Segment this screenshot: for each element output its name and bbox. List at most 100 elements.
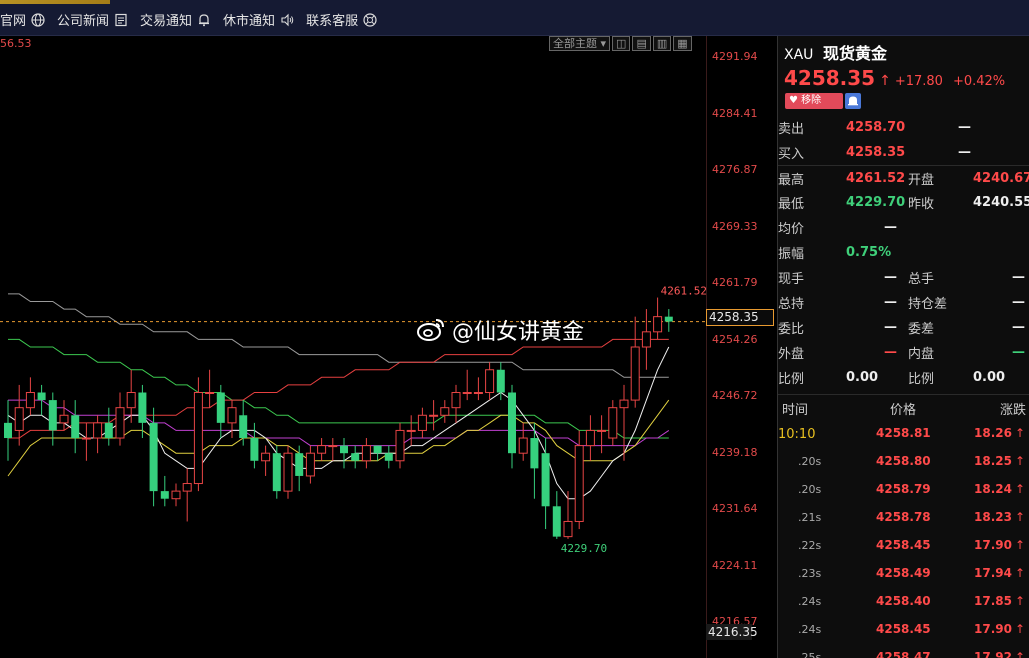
chart-tool-icon[interactable]: ▤ (632, 36, 651, 51)
quote-row: 振幅 0.75% (778, 240, 1029, 265)
tick-change: 17.90 (974, 538, 1012, 552)
title-strip (0, 0, 110, 4)
y-tick-label: 4284.41 (712, 106, 758, 120)
tick-time: 10:10 (778, 427, 816, 442)
quote-label: 开盘 (908, 172, 935, 188)
tick-list[interactable]: 10:10 4258.81 18.26 ↑ .20s 4258.80 18.25 ↑ .20s 4… (778, 421, 1029, 658)
quote-value: — (1012, 270, 1025, 285)
quote-row: 卖出 4258.70 — (778, 115, 1029, 140)
quote-value: 4258.70 (846, 120, 906, 135)
bottom-price-marker: 4216.35 (706, 624, 758, 640)
up-arrow-icon: ↑ (1015, 510, 1026, 524)
quote-row: 最高 4261.52 开盘 4240.67 (778, 165, 1029, 190)
price-percent: +0.42% (952, 74, 1006, 89)
up-arrow-icon: ↑ (1015, 566, 1026, 580)
candle-body (440, 407, 450, 416)
price-axis: 4291.94 4284.41 4276.87 4269.33 4261.79 4254.… (706, 36, 776, 658)
quote-row: 总持 — 持仓差 — (778, 290, 1029, 315)
candle-body (641, 331, 651, 348)
tick-row: .23s 4258.49 17.94 ↑ (778, 561, 1029, 589)
current-price-marker: 4258.35 (706, 309, 774, 326)
quote-label: 买入 (778, 147, 805, 162)
candle-body (485, 369, 495, 394)
tick-price: 4258.79 (876, 482, 931, 496)
up-arrow-icon: ↑ (1015, 538, 1026, 552)
candle-body (530, 438, 539, 469)
nav-item-company-news[interactable]: 公司新闻 (57, 10, 128, 29)
theme-select[interactable]: 全部主题 ▾ (549, 36, 611, 51)
candle-body (340, 445, 348, 454)
quote-label: 比例 (778, 372, 805, 387)
quote-label: 现手 (778, 272, 805, 287)
quote-value: 0.00 (973, 370, 1006, 385)
nav-item-market-closed-notice[interactable]: 休市通知 (223, 10, 294, 29)
bell-icon (199, 13, 210, 26)
price-change: +17.80 (894, 74, 943, 89)
candle-body (250, 438, 259, 461)
quote-label: 比例 (908, 372, 935, 387)
candle-body (138, 392, 147, 423)
y-tick-label: 4239.18 (712, 445, 758, 459)
candle-body (48, 400, 57, 431)
quote-row: 买入 4258.35 — (778, 140, 1029, 165)
candle-body (462, 392, 472, 395)
y-tick-label: 4224.11 (712, 558, 758, 572)
quote-value: — (884, 345, 897, 360)
candlestick-chart[interactable]: 4261.52 4229.70 (0, 36, 706, 658)
chart-tool-icon[interactable]: ▦ (673, 36, 692, 51)
quote-row: 均价 — (778, 215, 1029, 240)
tick-change: 17.85 (974, 594, 1012, 608)
quote-label: 卖出 (778, 122, 805, 137)
candle-body (664, 316, 673, 322)
quote-value: 4258.35 (846, 145, 906, 160)
candle-body (608, 407, 618, 439)
tick-price: 4258.78 (876, 510, 931, 524)
weibo-icon (417, 319, 444, 341)
alert-button[interactable] (845, 93, 861, 109)
quote-row: 最低 4229.70 昨收 4240.55 (778, 190, 1029, 215)
candle-body (317, 445, 327, 454)
tick-change: 18.24 (974, 482, 1012, 496)
tick-table-header: 时间 价格 涨跌 (778, 394, 1029, 418)
nav-item-contact-support[interactable]: 联系客服 (306, 10, 377, 29)
candle-body (541, 453, 550, 507)
quote-label: 持仓差 (908, 297, 948, 312)
candle-body (361, 445, 371, 462)
quote-value: — (958, 145, 971, 160)
candle-body (272, 453, 281, 492)
candle-body (429, 414, 439, 417)
nav-item-trade-notice[interactable]: 交易通知 (140, 10, 211, 29)
candle-body (115, 407, 125, 439)
remove-label: 移除 (801, 95, 822, 106)
candle-body (59, 414, 69, 424)
up-arrow-icon: ↑ (1015, 426, 1026, 440)
candle-body (473, 392, 483, 395)
heart-icon: ♥ (789, 95, 798, 106)
nav-item-official[interactable]: 官网 (0, 10, 45, 29)
tick-time: .23s (798, 567, 822, 580)
tick-row: .24s 4258.40 17.85 ↑ (778, 589, 1029, 617)
nav-item-label: 交易通知 (140, 14, 193, 29)
quote-value: — (1012, 320, 1025, 335)
last-price: 4258.35 (784, 66, 876, 90)
candle-body (417, 414, 427, 431)
quote-label: 最高 (778, 172, 805, 188)
remove-watchlist-button[interactable]: ♥ 移除 (785, 93, 843, 109)
y-tick-label: 4291.94 (712, 50, 758, 63)
symbol-title: XAU 现货黄金 (784, 40, 887, 64)
candle-body (585, 429, 595, 447)
quote-value: — (884, 295, 897, 310)
tick-price: 4258.47 (876, 650, 931, 658)
chart-tool-icon[interactable]: ◫ (612, 36, 631, 51)
watermark-text: @仙女讲黄金 (452, 320, 585, 345)
tick-price: 4258.81 (876, 426, 931, 440)
candle-body (37, 392, 46, 401)
nav-menu: 官网 公司新闻 交易通知 休市通知 联系客服 (0, 10, 389, 29)
candle-body (126, 392, 136, 409)
chart-tool-icon[interactable]: ▥ (652, 36, 672, 51)
quote-value: — (884, 320, 897, 335)
quote-label: 委比 (778, 322, 805, 337)
candle-body (93, 422, 103, 439)
tick-time: .24s (798, 595, 822, 608)
candle-body (305, 452, 315, 477)
